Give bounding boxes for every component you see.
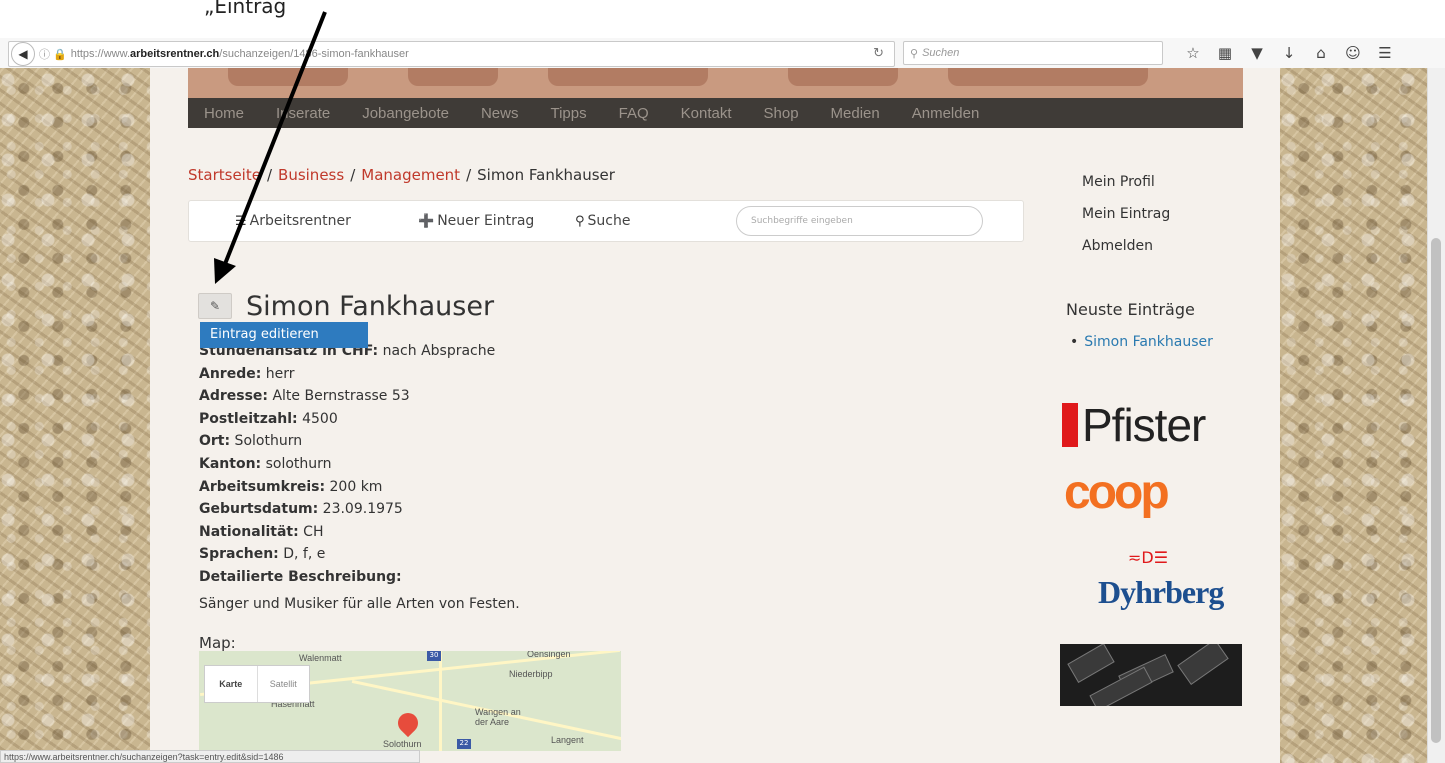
my-entry-link[interactable]: Mein Eintrag: [1082, 204, 1170, 236]
nav-faq[interactable]: FAQ: [619, 105, 649, 122]
nav-anmelden[interactable]: Anmelden: [912, 105, 980, 122]
subnav-list-link[interactable]: ☰ Arbeitsrentner: [235, 213, 351, 229]
chat-icon[interactable]: ☺: [1340, 44, 1366, 62]
breadcrumb-home[interactable]: Startseite: [188, 166, 261, 184]
toolbar-icons: ☆ ▦ ▼ ↓ ⌂ ☺ ☰: [1180, 38, 1404, 68]
field-work-radius: Arbeitsumkreis: 200 km: [199, 478, 383, 495]
download-icon[interactable]: ↓: [1276, 44, 1302, 62]
pfister-logo[interactable]: Pfister: [1062, 402, 1206, 448]
map-place: Solothurn: [383, 739, 422, 749]
coop-logo[interactable]: coop: [1064, 468, 1170, 518]
reload-icon[interactable]: ↻: [873, 46, 884, 61]
keyboard-ad-banner[interactable]: [1060, 644, 1242, 706]
subnav-new-entry-link[interactable]: ➕ Neuer Eintrag: [418, 213, 534, 229]
background-texture-right: [1280, 68, 1427, 763]
main-navbar: Home Inserate Jobangebote News Tipps FAQ…: [188, 98, 1243, 128]
nav-news[interactable]: News: [481, 105, 519, 122]
my-profile-link[interactable]: Mein Profil: [1082, 172, 1170, 204]
list-icon: ☰: [235, 213, 247, 229]
bookmark-star-icon[interactable]: ☆: [1180, 44, 1206, 62]
nav-jobangebote[interactable]: Jobangebote: [362, 105, 449, 122]
map-place: Walenmatt: [299, 653, 342, 663]
nav-home[interactable]: Home: [204, 105, 244, 122]
field-nationality: Nationalität: CH: [199, 523, 324, 540]
annotation-caption: „Eintrag: [204, 0, 287, 18]
url-text[interactable]: https://www.arbeitsrentner.ch/suchanzeig…: [71, 48, 409, 60]
browser-search-input[interactable]: ⚲ Suchen: [903, 41, 1163, 65]
background-texture-left: [0, 68, 150, 763]
map-place: Langent: [551, 735, 584, 745]
latest-entry-item[interactable]: • Simon Fankhauser: [1070, 334, 1213, 350]
logout-link[interactable]: Abmelden: [1082, 236, 1170, 268]
search-icon: ⚲: [575, 213, 585, 229]
subnav-search-link[interactable]: ⚲ Suche: [575, 213, 630, 229]
edit-icon: ✎: [209, 299, 221, 313]
field-description-label: Detailierte Beschreibung:: [199, 568, 402, 585]
breadcrumb: Startseite / Business / Management / Simon Fan…: [188, 166, 615, 184]
back-icon[interactable]: ◀: [11, 42, 35, 66]
subnav-search-input[interactable]: Suchbegriffe eingeben: [736, 206, 983, 236]
field-address: Adresse: Alte Bernstrasse 53: [199, 388, 410, 405]
location-map[interactable]: Walenmatt Niederbipp Hasenmatt Wangen an…: [199, 651, 621, 751]
entry-fields: Stundenansatz in CHF: nach Absprache Anr…: [199, 340, 495, 589]
nav-inserate[interactable]: Inserate: [276, 105, 330, 122]
breadcrumb-current: Simon Fankhauser: [477, 166, 615, 184]
dyhrberg-logo[interactable]: Dyhrberg: [1098, 574, 1224, 611]
status-bar-url: https://www.arbeitsrentner.ch/suchanzeig…: [0, 750, 420, 763]
user-menu: Mein Profil Mein Eintrag Abmelden: [1082, 172, 1170, 268]
search-icon: ⚲: [910, 47, 919, 60]
field-city: Ort: Solothurn: [199, 433, 303, 450]
entry-description: Sänger und Musiker für alle Arten von Fe…: [199, 596, 520, 612]
browser-toolbar: ◀ ⓘ 🔒 https://www.arbeitsrentner.ch/such…: [0, 38, 1445, 69]
map-road-shield: 30: [427, 651, 441, 661]
lock-icon: 🔒: [53, 47, 67, 61]
map-place: Wangen an der Aare: [475, 707, 521, 727]
latest-entries-heading: Neuste Einträge: [1066, 300, 1195, 319]
map-road-shield: 22: [457, 739, 471, 749]
map-place: Oensingen: [527, 651, 571, 659]
edit-entry-tooltip: Eintrag editieren: [200, 322, 368, 348]
dyhrberg-mark-icon: ≂D☰: [1128, 548, 1169, 567]
header-banner: [188, 68, 1243, 98]
nav-shop[interactable]: Shop: [764, 105, 799, 122]
nav-medien[interactable]: Medien: [831, 105, 880, 122]
entry-title: Simon Fankhauser: [246, 291, 495, 322]
bookmarks-list-icon[interactable]: ▦: [1212, 44, 1238, 62]
annotation-area: „Eintrag: [0, 0, 1445, 38]
entry-subnav: ☰ Arbeitsrentner ➕ Neuer Eintrag ⚲ Suche…: [188, 200, 1024, 242]
menu-icon[interactable]: ☰: [1372, 44, 1398, 62]
field-canton: Kanton: solothurn: [199, 455, 332, 472]
pocket-icon[interactable]: ▼: [1244, 44, 1270, 62]
field-salutation: Anrede: herr: [199, 365, 295, 382]
plus-circle-icon: ➕: [418, 213, 435, 229]
map-satellit-button[interactable]: Satellit: [256, 666, 310, 702]
field-languages: Sprachen: D, f, e: [199, 546, 326, 563]
map-place: Niederbipp: [509, 669, 553, 679]
info-icon[interactable]: ⓘ: [39, 46, 50, 62]
home-icon[interactable]: ⌂: [1308, 44, 1334, 62]
map-type-toggle: Karte Satellit: [204, 665, 310, 703]
map-pin-icon[interactable]: [393, 708, 423, 738]
map-karte-button[interactable]: Karte: [205, 666, 257, 702]
breadcrumb-management[interactable]: Management: [361, 166, 460, 184]
field-birthdate: Geburtsdatum: 23.09.1975: [199, 501, 403, 518]
scrollbar-thumb[interactable]: [1431, 238, 1441, 743]
field-postcode: Postleitzahl: 4500: [199, 410, 338, 427]
edit-entry-button[interactable]: ✎: [198, 293, 232, 319]
map-label: Map:: [199, 634, 236, 652]
breadcrumb-business[interactable]: Business: [278, 166, 344, 184]
nav-tipps[interactable]: Tipps: [550, 105, 586, 122]
nav-kontakt[interactable]: Kontakt: [681, 105, 732, 122]
address-bar[interactable]: ◀ ⓘ 🔒 https://www.arbeitsrentner.ch/such…: [8, 41, 895, 67]
